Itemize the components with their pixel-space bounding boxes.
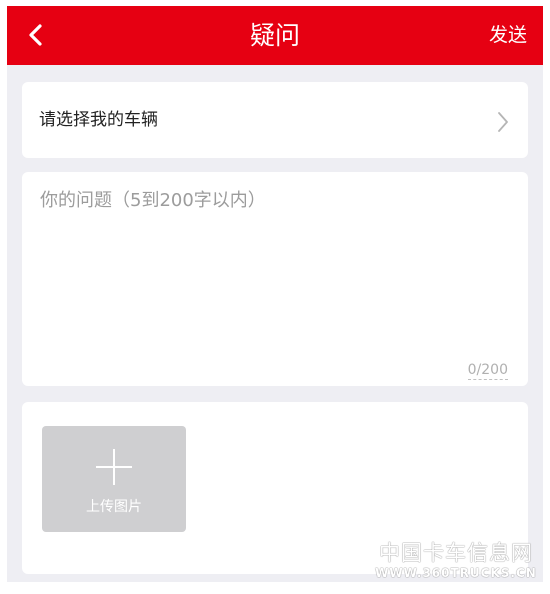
- plus-icon: [95, 448, 133, 486]
- vehicle-select-row[interactable]: 请选择我的车辆: [22, 82, 528, 158]
- send-button[interactable]: 发送: [489, 6, 527, 65]
- question-card: 0/200: [22, 172, 528, 386]
- header-bar: 疑问 发送: [7, 6, 543, 65]
- page-title: 疑问: [249, 21, 300, 50]
- upload-image-label: 上传图片: [86, 499, 142, 515]
- char-counter: 0/200: [467, 362, 508, 380]
- chevron-left-icon: [29, 24, 42, 46]
- back-button[interactable]: [21, 20, 51, 50]
- upload-image-button[interactable]: 上传图片: [42, 426, 186, 532]
- upload-card: 上传图片: [22, 402, 528, 574]
- chevron-right-icon: [496, 110, 510, 134]
- app-screen: 疑问 发送 请选择我的车辆 0/200 上传图片: [7, 6, 543, 582]
- question-input[interactable]: [40, 186, 510, 356]
- vehicle-select-label: 请选择我的车辆: [39, 110, 158, 130]
